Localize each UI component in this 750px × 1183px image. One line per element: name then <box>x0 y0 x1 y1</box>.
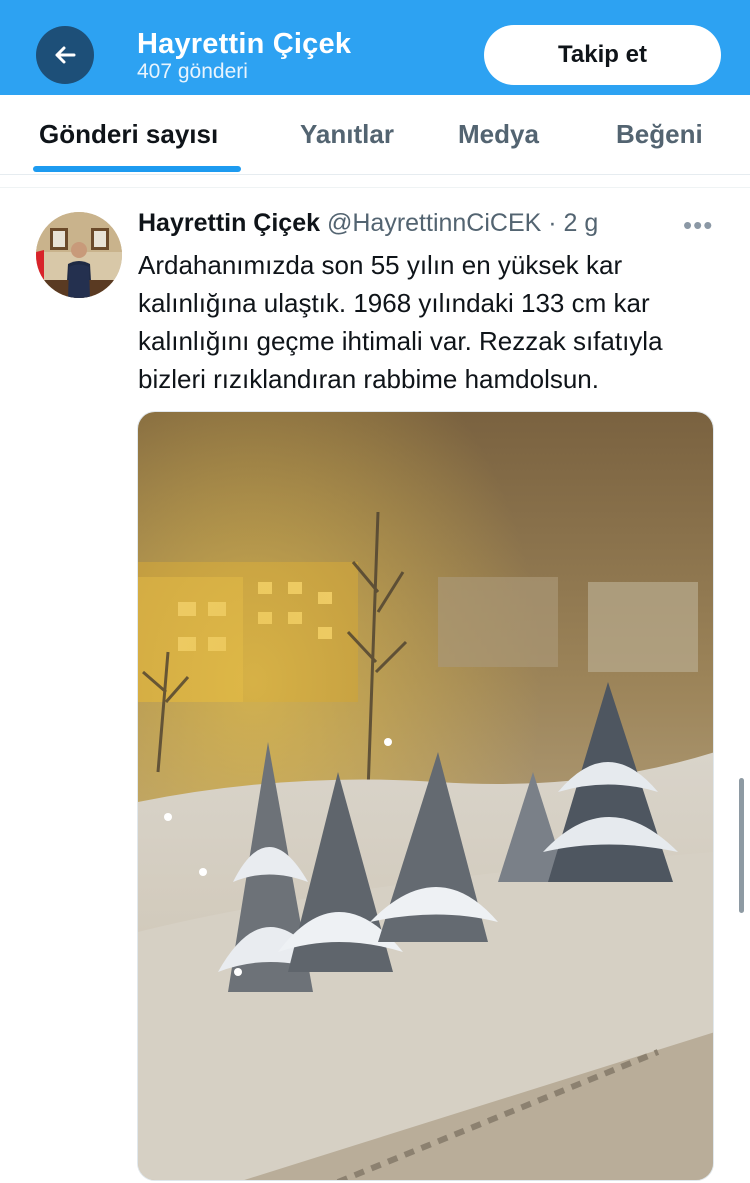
avatar[interactable] <box>36 212 122 298</box>
tweet-text: Ardahanımızda son 55 yılın en yüksek kar… <box>138 246 728 398</box>
tab-media[interactable]: Medya <box>458 119 539 150</box>
tab-likes[interactable]: Beğeni <box>616 119 703 150</box>
tab-replies[interactable]: Yanıtlar <box>300 119 394 150</box>
profile-tabs: Gönderi sayısı Yanıtlar Medya Beğeni <box>0 95 750 175</box>
tweet-line: bizleri rızıklandıran rabbime hamdolsun. <box>138 364 599 394</box>
tweet-media-photo[interactable] <box>137 411 714 1181</box>
follow-button[interactable]: Takip et <box>484 25 721 85</box>
back-button[interactable] <box>36 26 94 84</box>
divider <box>0 187 750 188</box>
profile-name: Hayrettin Çiçek <box>137 28 352 60</box>
post-count: 407 gönderi <box>137 60 248 83</box>
more-horizontal-icon[interactable]: ••• <box>683 210 713 241</box>
arrow-left-icon <box>55 46 76 64</box>
author-handle-time: @HayrettinnCiCEK · 2 g <box>326 209 599 237</box>
tab-posts[interactable]: Gönderi sayısı <box>39 119 218 150</box>
active-tab-indicator <box>33 166 241 172</box>
tweet-line: kalınlığına ulaştık. 1968 yılındaki 133 … <box>138 288 650 318</box>
profile-header: Hayrettin Çiçek 407 gönderi Takip et <box>0 0 750 95</box>
author-name[interactable]: Hayrettin Çiçek <box>138 209 320 237</box>
tweet-author: Hayrettin Çiçek @HayrettinnCiCEK · 2 g <box>138 209 598 238</box>
tweet-line: kalınlığını geçme ihtimali var. Rezzak s… <box>138 326 663 356</box>
tweet-line: Ardahanımızda son 55 yılın en yüksek kar <box>138 250 623 280</box>
scrollbar[interactable] <box>739 778 744 913</box>
